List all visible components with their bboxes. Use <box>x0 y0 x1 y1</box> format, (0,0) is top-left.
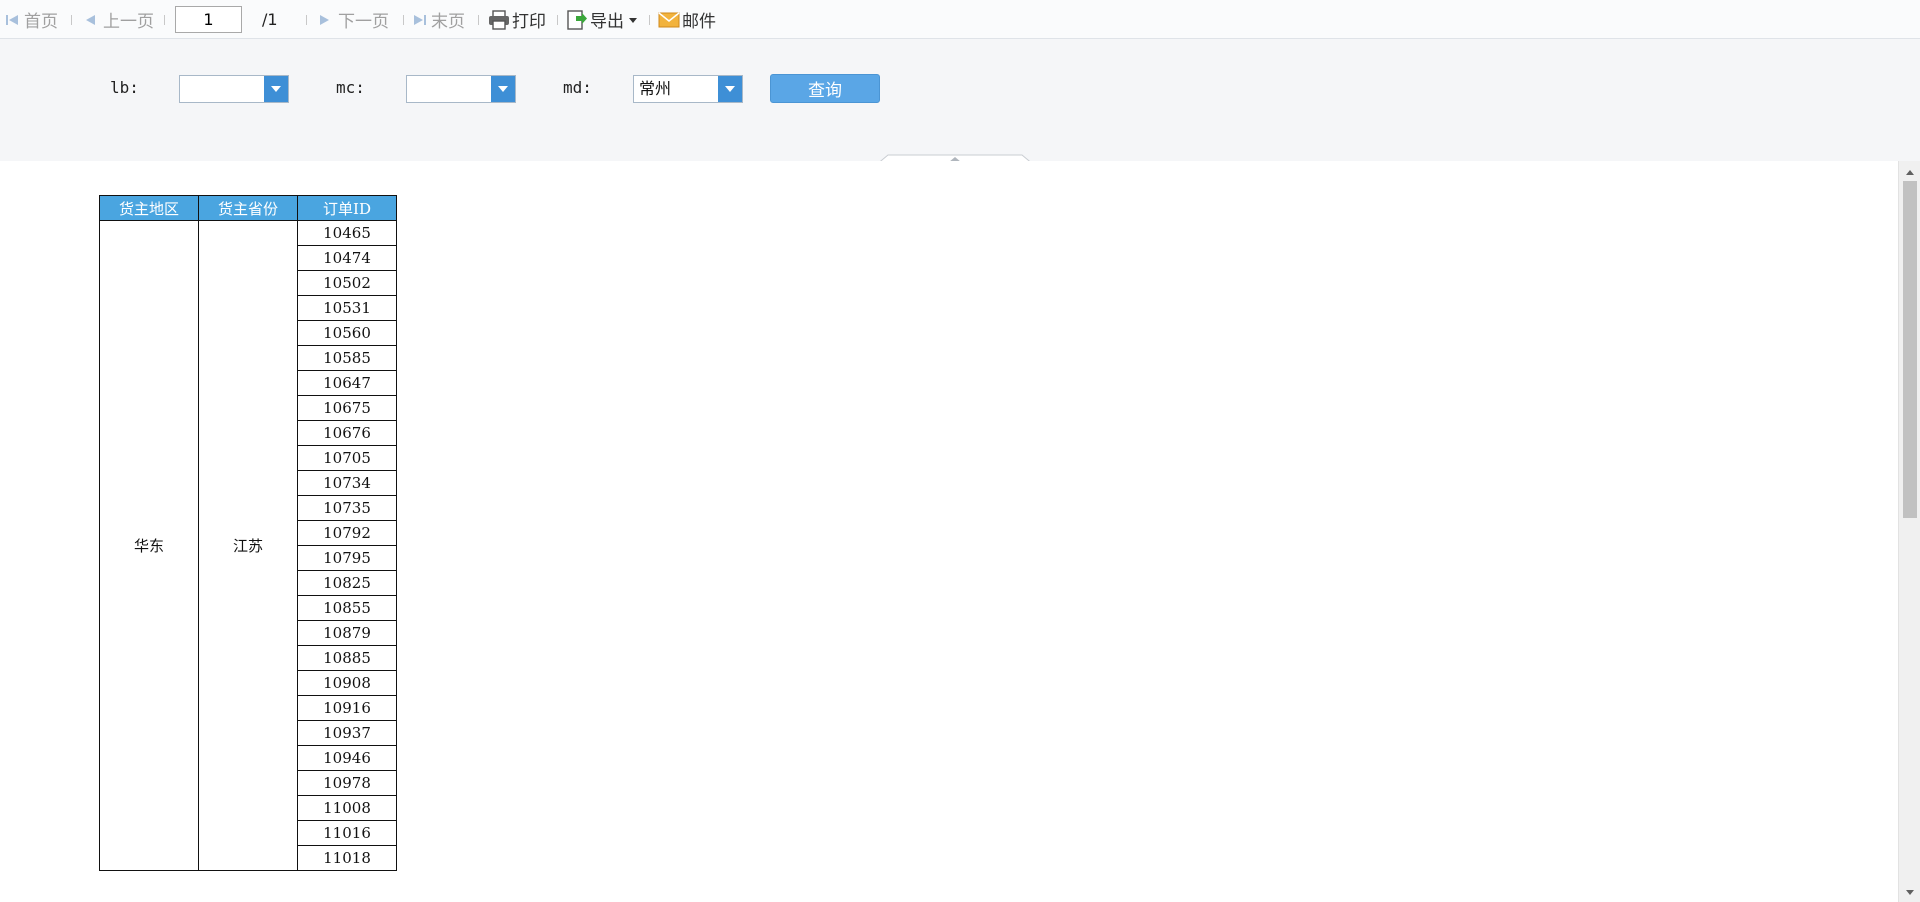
md-dropdown-button[interactable] <box>718 76 742 102</box>
page-total: /1 <box>262 10 278 29</box>
page-number-input[interactable] <box>175 6 242 33</box>
toolbar-separator <box>403 15 404 25</box>
first-page-button[interactable]: 首页 <box>4 0 58 39</box>
order-id-cell: 10647 <box>297 370 397 396</box>
order-id-cell: 10531 <box>297 295 397 321</box>
chevron-down-icon <box>725 86 735 92</box>
region-cell: 华东 <box>99 220 199 871</box>
toolbar-separator <box>306 15 307 25</box>
scroll-up-button[interactable] <box>1899 163 1920 181</box>
export-icon <box>567 9 587 30</box>
order-id-cell: 10792 <box>297 520 397 546</box>
prev-page-icon <box>86 14 95 25</box>
column-header-region: 货主地区 <box>99 195 199 221</box>
export-button[interactable]: 导出 <box>566 0 639 39</box>
table-header-row: 货主地区 货主省份 订单ID <box>99 195 397 221</box>
scroll-up-icon <box>1905 170 1914 175</box>
order-id-cell: 10560 <box>297 320 397 346</box>
chevron-down-icon <box>271 86 281 92</box>
order-id-cell: 10908 <box>297 670 397 696</box>
md-combo[interactable]: 常州 <box>633 75 743 103</box>
order-id-cell: 11016 <box>297 820 397 846</box>
order-id-cell: 10946 <box>297 745 397 771</box>
md-label: md: <box>563 78 592 97</box>
mc-dropdown-button[interactable] <box>491 76 515 102</box>
first-page-icon <box>6 14 18 25</box>
vertical-scrollbar[interactable] <box>1898 161 1920 902</box>
report-content: 货主地区 货主省份 订单ID 华东 江苏 10465 10474 10502 1… <box>0 161 1898 902</box>
order-id-cell: 10734 <box>297 470 397 496</box>
order-id-cell: 10885 <box>297 645 397 671</box>
scroll-down-icon <box>1905 890 1914 895</box>
last-page-label: 末页 <box>431 12 465 32</box>
chevron-down-icon <box>629 17 637 23</box>
toolbar-separator <box>71 15 72 25</box>
collapse-panel-handle[interactable] <box>874 150 1036 166</box>
export-label: 导出 <box>590 12 624 32</box>
print-label: 打印 <box>512 12 546 32</box>
order-id-cell: 10879 <box>297 620 397 646</box>
lb-combo[interactable] <box>179 75 289 103</box>
next-page-icon <box>320 14 329 25</box>
order-id-cell: 10465 <box>297 220 397 246</box>
next-page-label: 下一页 <box>338 12 389 32</box>
column-header-province: 货主省份 <box>198 195 298 221</box>
order-id-cell: 10502 <box>297 270 397 296</box>
order-id-cell: 11018 <box>297 845 397 871</box>
order-id-cell: 10978 <box>297 770 397 796</box>
print-button[interactable]: 打印 <box>488 0 546 39</box>
order-id-cell: 10705 <box>297 445 397 471</box>
next-page-button[interactable]: 下一页 <box>318 0 389 39</box>
mc-combo[interactable] <box>406 75 516 103</box>
order-id-cell: 10675 <box>297 395 397 421</box>
toolbar-separator <box>557 15 558 25</box>
report-table: 货主地区 货主省份 订单ID 华东 江苏 10465 10474 10502 1… <box>99 195 397 871</box>
chevron-down-icon <box>498 86 508 92</box>
prev-page-button[interactable]: 上一页 <box>83 0 154 39</box>
mc-label: mc: <box>336 78 365 97</box>
mail-button[interactable]: 邮件 <box>658 0 716 39</box>
order-id-cell: 10855 <box>297 595 397 621</box>
scrollbar-thumb[interactable] <box>1903 181 1917 518</box>
mail-icon <box>658 11 680 27</box>
md-value: 常州 <box>639 79 672 98</box>
order-id-cell: 10676 <box>297 420 397 446</box>
mail-label: 邮件 <box>682 12 716 32</box>
toolbar-separator <box>164 15 165 25</box>
toolbar-separator <box>478 15 479 25</box>
last-page-button[interactable]: 末页 <box>412 0 465 39</box>
table-body: 华东 江苏 10465 10474 10502 10531 10560 1058… <box>99 220 397 871</box>
province-cell: 江苏 <box>198 220 298 871</box>
lb-label: lb: <box>110 78 139 97</box>
order-id-cell: 10735 <box>297 495 397 521</box>
first-page-label: 首页 <box>24 12 58 32</box>
order-id-cell: 10585 <box>297 345 397 371</box>
order-id-cell: 10916 <box>297 695 397 721</box>
order-id-cell: 10795 <box>297 545 397 571</box>
order-id-cell: 10474 <box>297 245 397 271</box>
report-toolbar: 首页 上一页 /1 下一页 末页 打印 导出 <box>0 0 1920 39</box>
scroll-down-button[interactable] <box>1899 884 1920 902</box>
column-header-order-id: 订单ID <box>297 195 397 221</box>
table-row: 华东 江苏 10465 <box>99 220 397 871</box>
order-id-cell: 10937 <box>297 720 397 746</box>
prev-page-label: 上一页 <box>103 12 154 32</box>
last-page-icon <box>414 14 426 25</box>
query-button[interactable]: 查询 <box>770 74 880 103</box>
printer-icon <box>489 9 509 30</box>
lb-dropdown-button[interactable] <box>264 76 288 102</box>
order-id-cell: 10825 <box>297 570 397 596</box>
order-id-cell: 11008 <box>297 795 397 821</box>
toolbar-separator <box>649 15 650 25</box>
